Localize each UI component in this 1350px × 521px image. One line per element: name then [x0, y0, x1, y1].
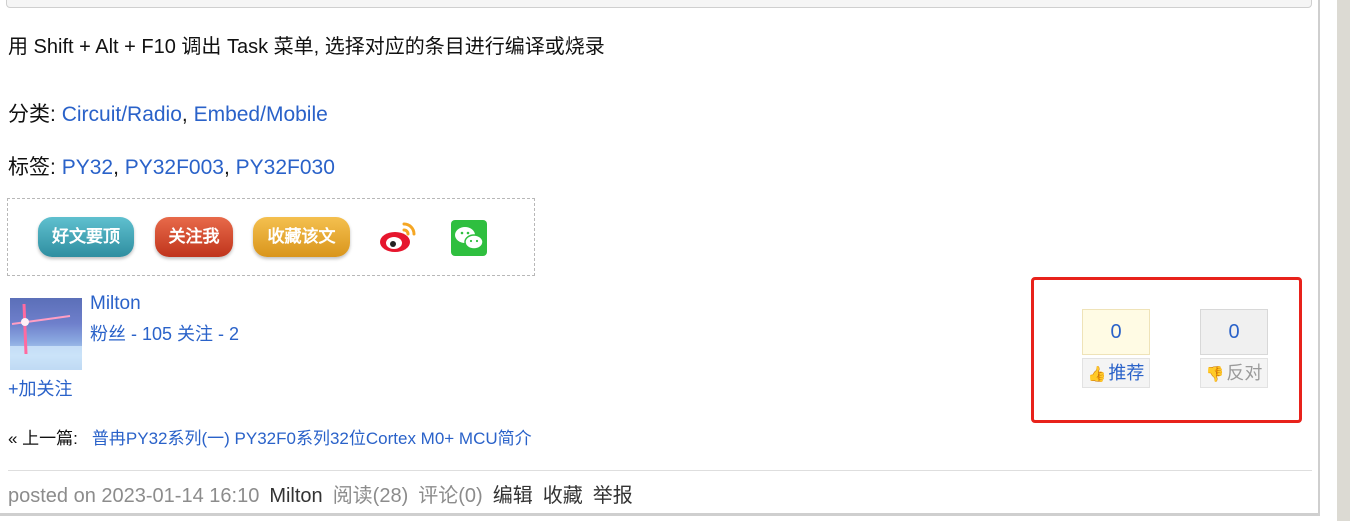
favorite-post-button[interactable]: 收藏该文	[253, 217, 350, 257]
weibo-icon[interactable]	[378, 219, 418, 255]
author-avatar[interactable]	[10, 298, 82, 370]
fans-link[interactable]: 粉丝 - 105	[90, 324, 172, 344]
category-line: 分类: Circuit/Radio, Embed/Mobile	[8, 103, 328, 126]
code-block-bottom	[6, 0, 1312, 8]
thumbs-down-icon: 👎	[1205, 366, 1225, 383]
recommend-label-row: 👍 推荐	[1082, 358, 1150, 388]
edit-link[interactable]: 编辑	[493, 485, 533, 507]
post-info: posted on 2023-01-14 16:10 Milton 阅读(28) 评论…	[8, 479, 643, 508]
avatar-image	[10, 303, 82, 370]
oppose-count: 0	[1200, 309, 1268, 355]
tag-link[interactable]: PY32F030	[236, 156, 335, 179]
category-link[interactable]: Circuit/Radio	[62, 103, 182, 126]
good-post-button[interactable]: 好文要顶	[38, 217, 134, 257]
oppose-button[interactable]: 0 👎 反对	[1200, 309, 1268, 388]
report-link[interactable]: 举报	[593, 485, 633, 507]
share-box: 好文要顶 关注我 收藏该文	[7, 198, 535, 276]
category-link[interactable]: Embed/Mobile	[194, 103, 328, 126]
prev-post-prefix: « 上一篇:	[8, 429, 78, 448]
read-count: 阅读(28)	[332, 485, 409, 507]
add-follow-link[interactable]: +加关注	[8, 375, 73, 401]
following-link[interactable]: 关注 - 2	[177, 324, 239, 344]
tag-link[interactable]: PY32F003	[125, 156, 224, 179]
favorite-link[interactable]: 收藏	[543, 485, 583, 507]
footer-divider	[8, 470, 1312, 471]
post-author-link[interactable]: Milton	[269, 485, 322, 507]
oppose-label: 反对	[1226, 363, 1263, 383]
tag-link[interactable]: PY32	[62, 156, 113, 179]
author-stats: 粉丝 - 105 关注 - 2	[90, 320, 239, 346]
author-name-link[interactable]: Milton	[90, 293, 141, 315]
category-label: 分类:	[8, 103, 56, 126]
oppose-label-row: 👎 反对	[1200, 358, 1268, 388]
article-paragraph: 用 Shift + Alt + F10 调出 Task 菜单, 选择对应的条目进…	[8, 36, 605, 58]
follow-me-button[interactable]: 关注我	[155, 217, 233, 257]
thumbs-up-icon: 👍	[1087, 366, 1107, 383]
tag-label: 标签:	[8, 156, 56, 179]
recommend-label: 推荐	[1108, 363, 1145, 383]
tag-line: 标签: PY32, PY32F003, PY32F030	[8, 156, 335, 179]
prev-post-link[interactable]: 普冉PY32系列(一) PY32F0系列32位Cortex M0+ MCU简介	[92, 429, 532, 448]
scrollbar-track[interactable]	[1337, 0, 1350, 521]
recommend-button[interactable]: 0 👍 推荐	[1082, 309, 1150, 388]
post-container: 用 Shift + Alt + F10 调出 Task 菜单, 选择对应的条目进…	[0, 0, 1320, 516]
recommend-count: 0	[1082, 309, 1150, 355]
wechat-icon[interactable]	[451, 220, 487, 256]
comment-count: 评论(0)	[418, 485, 483, 507]
posted-date: posted on 2023-01-14 16:10	[8, 485, 260, 507]
prev-post: « 上一篇: 普冉PY32系列(一) PY32F0系列32位Cortex M0+ …	[8, 424, 532, 449]
